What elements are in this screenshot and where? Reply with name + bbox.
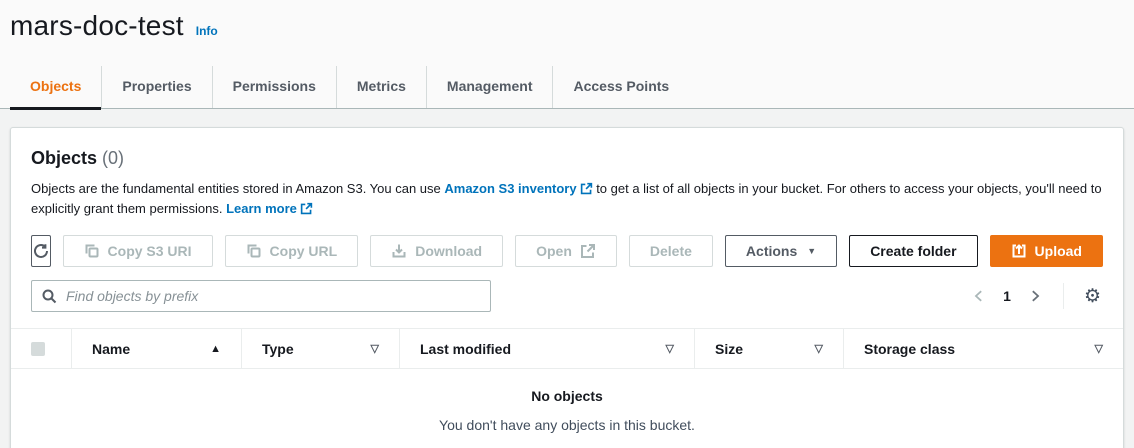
previous-page-button[interactable] [969, 286, 989, 306]
filter-row: 1 ⚙ [31, 280, 1103, 312]
caret-down-icon: ▼ [807, 247, 816, 256]
description-text-1: Objects are the fundamental entities sto… [31, 181, 444, 196]
select-all-cell [11, 329, 71, 368]
s3-inventory-link[interactable]: Amazon S3 inventory [444, 181, 592, 196]
tab-access-points[interactable]: Access Points [552, 66, 689, 108]
panel-heading: Objects (0) [31, 148, 1103, 169]
panel-heading-text: Objects [31, 148, 97, 168]
column-label: Size [715, 341, 743, 357]
upload-icon [1011, 243, 1027, 259]
object-count: (0) [102, 148, 124, 168]
tab-metrics[interactable]: Metrics [336, 66, 426, 108]
column-header-type[interactable]: Type ▽ [241, 329, 399, 368]
sortable-icon: ▽ [371, 342, 379, 355]
external-link-icon [580, 182, 593, 195]
upload-label: Upload [1035, 243, 1082, 259]
chevron-right-icon [1028, 289, 1042, 303]
download-label: Download [415, 243, 482, 259]
tab-management[interactable]: Management [426, 66, 553, 108]
title-row: mars-doc-test Info [0, 10, 1134, 42]
open-button[interactable]: Open [515, 235, 617, 267]
actions-dropdown-button[interactable]: Actions ▼ [725, 235, 837, 267]
sortable-icon: ▽ [1095, 342, 1103, 355]
objects-table: Name ▲ Type ▽ Last modified ▽ Size ▽ Sto… [11, 328, 1123, 433]
pagination: 1 ⚙ [969, 283, 1103, 309]
learn-more-link[interactable]: Learn more [226, 201, 313, 216]
tab-access-points-label: Access Points [573, 78, 669, 94]
tab-properties-label: Properties [122, 78, 191, 94]
external-link-icon [300, 202, 313, 215]
sort-ascending-icon: ▲ [210, 343, 221, 355]
search-icon [41, 288, 57, 304]
learn-more-link-label: Learn more [226, 201, 297, 216]
tab-objects[interactable]: Objects [10, 66, 101, 108]
tab-properties[interactable]: Properties [101, 66, 211, 108]
search-input[interactable] [31, 280, 491, 312]
delete-label: Delete [650, 243, 692, 259]
copy-url-label: Copy URL [270, 243, 338, 259]
column-header-size[interactable]: Size ▽ [694, 329, 843, 368]
tab-management-label: Management [447, 78, 533, 94]
column-header-storage-class[interactable]: Storage class ▽ [843, 329, 1123, 368]
create-folder-label: Create folder [870, 243, 956, 259]
objects-panel: Objects (0) Objects are the fundamental … [10, 127, 1124, 448]
delete-button[interactable]: Delete [629, 235, 713, 267]
copy-url-button[interactable]: Copy URL [225, 235, 359, 267]
select-all-checkbox[interactable] [31, 342, 45, 356]
bucket-title: mars-doc-test [10, 10, 184, 42]
empty-state-title: No objects [11, 388, 1123, 404]
create-folder-button[interactable]: Create folder [849, 235, 977, 267]
sortable-icon: ▽ [815, 342, 823, 355]
preferences-button[interactable]: ⚙ [1082, 287, 1103, 306]
column-label: Last modified [420, 341, 511, 357]
column-label: Name [92, 341, 130, 357]
sortable-icon: ▽ [666, 342, 674, 355]
column-label: Type [262, 341, 294, 357]
refresh-button[interactable] [31, 235, 51, 267]
pagination-divider [1063, 283, 1064, 309]
tab-bar: Objects Properties Permissions Metrics M… [0, 66, 1134, 109]
copy-icon [246, 243, 262, 259]
gear-icon: ⚙ [1084, 286, 1101, 307]
table-header-row: Name ▲ Type ▽ Last modified ▽ Size ▽ Sto… [11, 328, 1123, 369]
page-header: mars-doc-test Info Objects Properties Pe… [0, 0, 1134, 109]
open-label: Open [536, 243, 572, 259]
current-page[interactable]: 1 [1003, 288, 1011, 304]
empty-state: No objects You don't have any objects in… [11, 369, 1123, 433]
copy-icon [84, 243, 100, 259]
tab-objects-label: Objects [30, 78, 81, 94]
external-link-icon [580, 243, 596, 259]
empty-state-message: You don't have any objects in this bucke… [11, 417, 1123, 433]
chevron-left-icon [972, 289, 986, 303]
download-button[interactable]: Download [370, 235, 503, 267]
info-link[interactable]: Info [196, 24, 218, 38]
panel-description: Objects are the fundamental entities sto… [31, 179, 1103, 219]
tab-metrics-label: Metrics [357, 78, 406, 94]
s3-inventory-link-label: Amazon S3 inventory [444, 181, 576, 196]
download-icon [391, 243, 407, 259]
next-page-button[interactable] [1025, 286, 1045, 306]
upload-button[interactable]: Upload [990, 235, 1103, 267]
search-box [31, 280, 491, 312]
column-header-last-modified[interactable]: Last modified ▽ [399, 329, 694, 368]
copy-s3-uri-label: Copy S3 URI [108, 243, 192, 259]
tab-permissions-label: Permissions [233, 78, 316, 94]
objects-toolbar: Copy S3 URI Copy URL Download Open Delet… [31, 235, 1103, 267]
actions-label: Actions [746, 243, 797, 259]
column-label: Storage class [864, 341, 955, 357]
refresh-icon [33, 243, 49, 259]
column-header-name[interactable]: Name ▲ [71, 329, 241, 368]
tab-permissions[interactable]: Permissions [212, 66, 336, 108]
copy-s3-uri-button[interactable]: Copy S3 URI [63, 235, 213, 267]
